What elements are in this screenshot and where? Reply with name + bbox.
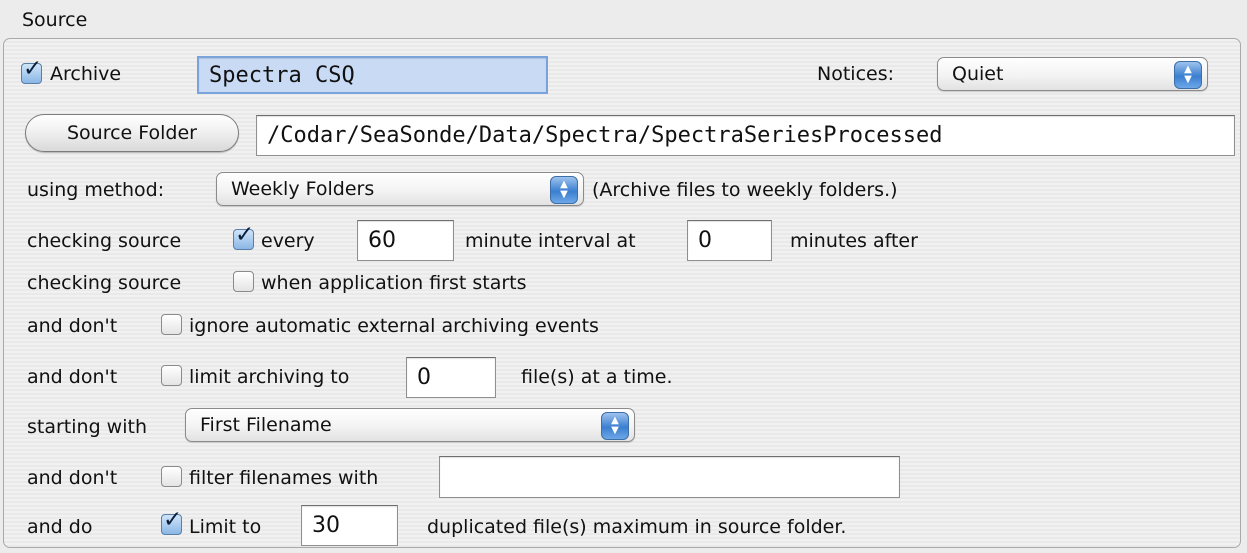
ignore-events-label: ignore automatic external archiving even… <box>189 315 599 337</box>
section-title: Source <box>22 9 88 31</box>
method-select-value: Weekly Folders <box>231 178 375 200</box>
checkmark-icon: ✓ <box>235 222 255 248</box>
duplicates-field[interactable]: 30 <box>301 505 398 546</box>
notices-select-value: Quiet <box>952 63 1004 85</box>
limit-archiving-suffix: file(s) at a time. <box>521 366 673 388</box>
starting-with-select[interactable]: First Filename ▲ ▼ <box>185 408 635 442</box>
checking-interval-checkbox[interactable]: ✓ <box>233 224 254 250</box>
ignore-events-prefix: and don't <box>27 315 118 337</box>
ignore-events-checkbox[interactable] <box>161 314 182 335</box>
interval-minutes-field[interactable]: 60 <box>357 220 454 261</box>
method-select[interactable]: Weekly Folders ▲ ▼ <box>216 172 584 206</box>
checking-startup-label: when application first starts <box>261 272 527 294</box>
up-down-arrows-icon: ▲ ▼ <box>601 412 629 440</box>
duplicates-prefix: and do <box>27 516 93 538</box>
up-down-arrows-icon: ▲ ▼ <box>1174 61 1202 89</box>
limit-archiving-field[interactable]: 0 <box>406 357 496 398</box>
filter-prefix: and don't <box>27 467 118 489</box>
up-down-arrows-icon: ▲ ▼ <box>550 176 578 204</box>
limit-archiving-checkbox[interactable] <box>161 365 182 386</box>
source-folder-button[interactable]: Source Folder <box>25 114 239 152</box>
duplicates-label: Limit to <box>189 516 262 538</box>
duplicates-checkbox[interactable]: ✓ <box>161 509 182 535</box>
archive-checkbox[interactable]: ✓ <box>21 58 42 84</box>
checking-startup-prefix: checking source <box>27 272 182 294</box>
limit-archiving-prefix: and don't <box>27 366 118 388</box>
notices-select[interactable]: Quiet ▲ ▼ <box>937 57 1208 91</box>
checkmark-icon: ✓ <box>163 507 183 533</box>
source-folder-path-field[interactable]: /Codar/SeaSonde/Data/Spectra/SpectraSeri… <box>256 115 1235 156</box>
notices-label: Notices: <box>817 63 895 85</box>
after-label: minutes after <box>790 230 918 252</box>
starting-with-select-value: First Filename <box>200 414 332 436</box>
checkmark-icon: ✓ <box>23 56 43 82</box>
method-label: using method: <box>27 179 165 201</box>
interval-label: minute interval at <box>465 230 636 252</box>
starting-with-label: starting with <box>27 416 147 438</box>
checking-interval-prefix: checking source <box>27 230 182 252</box>
filter-label: filter filenames with <box>189 467 379 489</box>
method-description: (Archive files to weekly folders.) <box>592 179 898 201</box>
filter-field[interactable] <box>439 456 900 498</box>
duplicates-suffix: duplicated file(s) maximum in source fol… <box>427 516 847 538</box>
limit-archiving-label: limit archiving to <box>189 366 350 388</box>
interval-offset-field[interactable]: 0 <box>687 220 772 261</box>
archive-label: Archive <box>50 63 122 85</box>
every-label: every <box>261 230 315 252</box>
archive-name-field[interactable]: Spectra CSQ <box>197 56 548 94</box>
filter-checkbox[interactable] <box>161 466 182 487</box>
checking-startup-checkbox[interactable] <box>233 271 254 292</box>
